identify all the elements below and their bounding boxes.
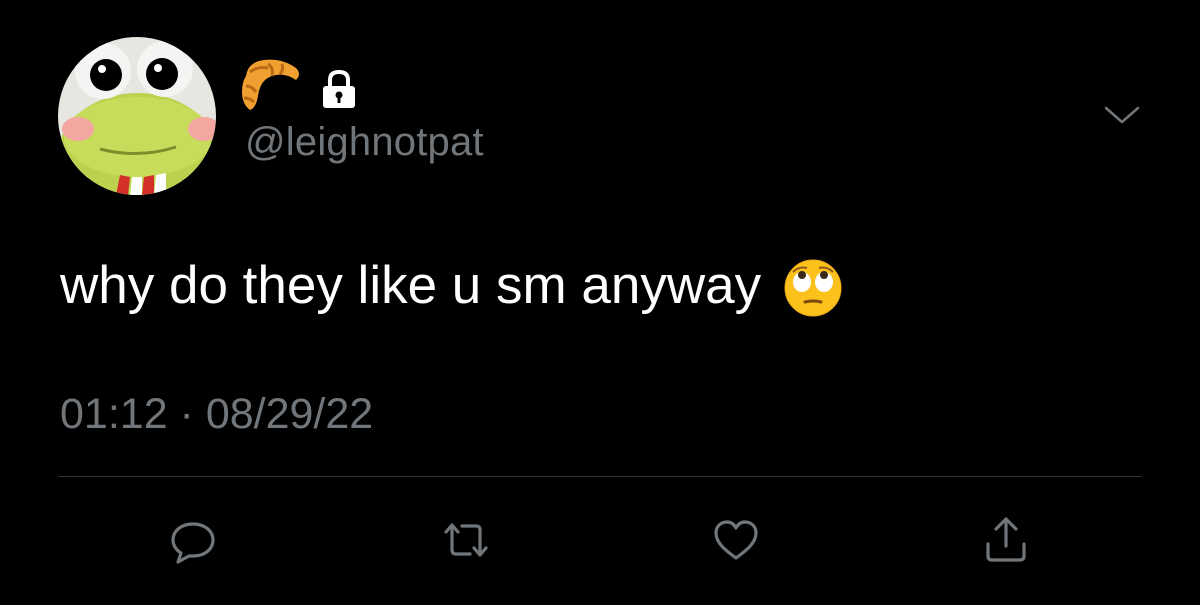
rolling-eyes-emoji-icon xyxy=(783,258,843,318)
avatar[interactable] xyxy=(58,37,216,195)
retweet-button[interactable] xyxy=(438,512,494,568)
tweet-text: why do they like u sm anyway xyxy=(60,255,762,315)
divider xyxy=(58,476,1142,477)
frog-avatar-image xyxy=(58,37,216,195)
croissant-icon xyxy=(238,56,304,116)
reply-icon xyxy=(171,522,215,564)
reply-button[interactable] xyxy=(165,512,221,568)
like-button[interactable] xyxy=(708,512,764,568)
retweet-icon xyxy=(444,523,488,557)
share-button[interactable] xyxy=(978,512,1034,568)
heart-icon xyxy=(714,520,758,560)
author-handle[interactable]: @leighnotpat xyxy=(245,120,484,165)
share-icon xyxy=(986,517,1026,562)
tweet-body: why do they like u sm anyway xyxy=(60,252,843,318)
lock-icon xyxy=(318,68,360,110)
tweet-timestamp[interactable]: 01:12 · 08/29/22 xyxy=(60,390,373,439)
chevron-down-icon[interactable] xyxy=(1102,100,1142,130)
